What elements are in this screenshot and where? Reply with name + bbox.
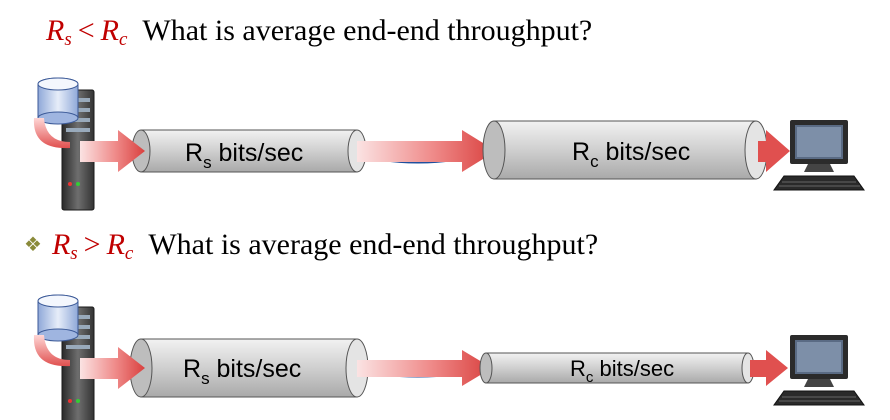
server-link-pipe: Rs bits/sec: [131, 129, 367, 173]
client-link-pipe: Rc bits/sec: [482, 120, 768, 180]
client-link-pipe: Rc bits/sec: [479, 352, 755, 386]
client-pc-icon: [773, 119, 865, 191]
server-link-pipe: Rs bits/sec: [129, 338, 369, 398]
diagram-scenario-1: Rs bits/sec Rc bits/sec: [33, 77, 865, 211]
throughput-diagram: Rs bits/sec Rc bits/sec Rs bits/sec Rc b…: [33, 77, 865, 420]
data-flow-arrow-2: [357, 350, 492, 386]
data-flow-arrow-3: [750, 350, 788, 386]
data-flow-arrow-2: [357, 130, 496, 172]
client-pc-icon: [773, 334, 865, 406]
diagram-scenario-2: Rs bits/sec Rc bits/sec: [33, 294, 865, 420]
